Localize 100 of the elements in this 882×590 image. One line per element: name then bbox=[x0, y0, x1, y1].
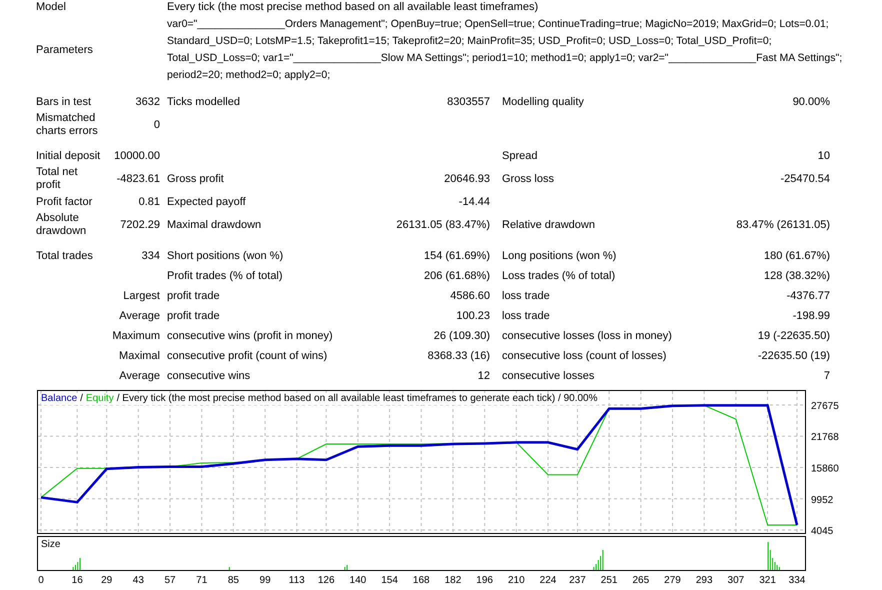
x-tick-label: 85 bbox=[228, 575, 239, 586]
x-tick-label: 57 bbox=[164, 575, 176, 586]
row-value: 7202.29 bbox=[120, 218, 160, 231]
y-tick-label: 15860 bbox=[811, 464, 839, 474]
row-value: -25470.54 bbox=[780, 172, 830, 185]
model-label: Model bbox=[36, 1, 67, 14]
size-label: Size bbox=[41, 539, 60, 551]
row-value: 8303557 bbox=[447, 96, 490, 108]
x-tick-label: 168 bbox=[412, 575, 430, 586]
row-label: profit trade bbox=[167, 310, 220, 322]
row-label: consecutive losses (loss in money) bbox=[502, 330, 672, 342]
row-value: 8368.33 (16) bbox=[428, 350, 490, 362]
row-value: -4823.61 bbox=[116, 172, 160, 185]
x-tick-label: 196 bbox=[476, 575, 493, 586]
x-tick-label: 279 bbox=[664, 575, 681, 586]
row-value: 128 (38.32%) bbox=[764, 270, 830, 282]
row-label: loss trade bbox=[502, 290, 550, 302]
row-label: profit trade bbox=[167, 290, 220, 302]
row-label: Total net profit bbox=[36, 166, 78, 191]
x-tick-label: 321 bbox=[759, 575, 776, 586]
row-label: Short positions (won %) bbox=[167, 250, 284, 262]
row-value: 4586.60 bbox=[450, 290, 490, 302]
row-value: 154 (61.69%) bbox=[424, 250, 490, 262]
row-label: Maximal drawdown bbox=[167, 218, 262, 231]
y-tick-label: 27675 bbox=[811, 401, 839, 412]
x-tick-label: 224 bbox=[540, 575, 556, 586]
row-value: 100.23 bbox=[456, 310, 490, 322]
row-value: 83.47% (26131.05) bbox=[736, 218, 830, 231]
row-value: Average bbox=[119, 310, 160, 322]
y-tick-label: 9952 bbox=[811, 494, 834, 506]
row-value: 10000.00 bbox=[114, 150, 160, 162]
row-value: -198.99 bbox=[792, 310, 830, 322]
row-label: Mismatched charts errors bbox=[36, 112, 98, 137]
row-label: Long positions (won %) bbox=[502, 250, 616, 262]
x-tick-label: 140 bbox=[350, 575, 366, 586]
row-value: 10 bbox=[818, 150, 830, 162]
row-label: Gross profit bbox=[167, 172, 224, 185]
row-label: Total trades bbox=[36, 250, 93, 262]
row-value: 20646.93 bbox=[444, 172, 490, 185]
x-tick-label: 210 bbox=[508, 575, 525, 586]
row-value: 90.00% bbox=[792, 96, 830, 108]
row-label: Initial deposit bbox=[36, 150, 100, 162]
row-value: 19 (-22635.50) bbox=[758, 330, 830, 342]
row-value: Largest bbox=[123, 290, 160, 302]
row-label: Profit trades (% of total) bbox=[167, 270, 283, 282]
x-tick-label: 29 bbox=[101, 575, 112, 586]
row-label: Profit factor bbox=[36, 196, 92, 208]
row-label: Loss trades (% of total) bbox=[502, 270, 616, 282]
y-tick-label: 21768 bbox=[811, 432, 839, 444]
x-tick-label: 113 bbox=[288, 575, 305, 586]
x-tick-label: 293 bbox=[696, 575, 713, 586]
row-value: 3632 bbox=[136, 96, 160, 108]
x-tick-label: 307 bbox=[728, 575, 744, 586]
legend-label: Balance bbox=[41, 393, 78, 405]
x-tick-label: 182 bbox=[444, 575, 462, 586]
row-value: Average bbox=[119, 370, 160, 382]
row-value: 206 (61.68%) bbox=[424, 270, 490, 282]
x-tick-label: 251 bbox=[600, 575, 618, 586]
x-tick-label: 43 bbox=[132, 575, 144, 586]
row-label: Relative drawdown bbox=[502, 218, 595, 231]
row-label: Modelling quality bbox=[502, 96, 584, 108]
y-tick-label: 4045 bbox=[811, 526, 834, 535]
row-label: Spread bbox=[502, 150, 538, 162]
row-value: Maximum bbox=[112, 330, 160, 342]
row-label: Expected payoff bbox=[167, 196, 246, 208]
model-value: Every tick (the most precise method based on all available least timeframes) bbox=[166, 1, 540, 14]
row-value: 26131.05 (83.47%) bbox=[396, 218, 490, 231]
row-label: consecutive wins bbox=[167, 370, 250, 382]
row-value: -14.44 bbox=[458, 196, 490, 208]
row-value: 7 bbox=[824, 370, 830, 382]
x-tick-label: 334 bbox=[788, 575, 806, 586]
legend-separator: / bbox=[80, 393, 83, 405]
row-label: Absolute drawdown bbox=[36, 212, 86, 237]
row-label: Gross loss bbox=[502, 172, 554, 185]
x-tick-label: 0 bbox=[38, 575, 44, 586]
legend-label: Equity bbox=[86, 393, 114, 405]
row-label: consecutive loss (count of losses) bbox=[502, 350, 666, 362]
row-label: consecutive wins (profit in money) bbox=[167, 330, 333, 342]
row-value: 334 bbox=[142, 250, 160, 262]
x-tick-label: 99 bbox=[260, 575, 271, 586]
row-value: -4376.77 bbox=[786, 290, 830, 302]
x-tick-label: 16 bbox=[72, 575, 83, 586]
x-tick-label: 265 bbox=[632, 575, 650, 586]
row-value: 0 bbox=[154, 118, 160, 131]
x-tick-label: 237 bbox=[569, 575, 586, 586]
x-tick-label: 71 bbox=[196, 575, 208, 586]
chart-title: / Every tick (the most precise method based on all available least timeframes to generate each tick) / 90.00% bbox=[116, 393, 598, 405]
row-label: consecutive profit (count of wins) bbox=[167, 350, 328, 362]
row-value: -22635.50 (19) bbox=[758, 350, 830, 362]
row-label: loss trade bbox=[502, 310, 550, 322]
row-value: 26 (109.30) bbox=[434, 330, 490, 342]
parameters-label: Parameters bbox=[36, 42, 94, 58]
row-value: 180 (61.67%) bbox=[764, 250, 830, 262]
x-tick-label: 154 bbox=[381, 575, 398, 586]
row-value: Maximal bbox=[119, 350, 160, 362]
parameters-text: var0="_______________Orders Management"; OpenBuy=true; OpenSell=true; ContinueTrading=true; MagicNo=2019; MaxGrid=0; Lots=0.01; Standard_USD=0; LotsMP=1.5; Takeprofit1=15; Takeprofit2=20; MainProfit=35; USD_Profit=0; USD_Loss=0; Total_USD_Profit=0; Total_USD_Loss=0; var1="_______________Slow MA Settings"; period1=10; method1=0; apply1=0; var2="_______________Fast MA Settings"; period2=20; method2=0; apply2=0; bbox=[166, 17, 844, 83]
row-value: 12 bbox=[478, 370, 490, 382]
row-label: consecutive losses bbox=[502, 370, 594, 382]
x-tick-label: 126 bbox=[318, 575, 335, 586]
row-label: Bars in test bbox=[36, 96, 92, 108]
